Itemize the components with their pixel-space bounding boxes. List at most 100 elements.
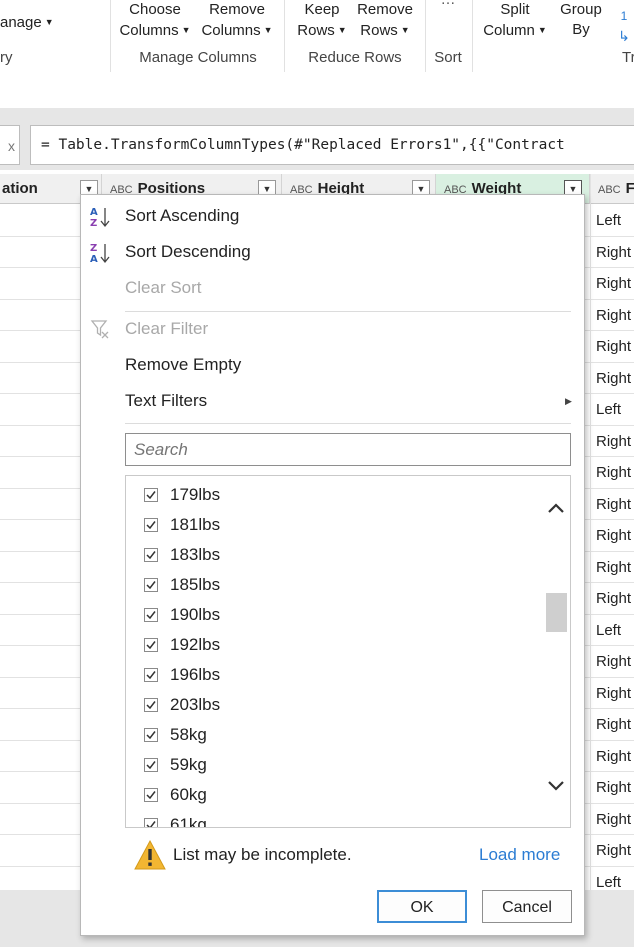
checkbox-icon[interactable] [144, 668, 158, 682]
checkmark-icon [146, 791, 156, 800]
checkmark-icon [146, 731, 156, 740]
table-cell[interactable]: Right [596, 237, 634, 268]
list-item[interactable]: 183lbs [144, 540, 220, 570]
svg-text:Z: Z [90, 218, 97, 229]
sort-ascending-item[interactable]: Sort Ascending [125, 204, 239, 228]
checkmark-icon [146, 821, 156, 827]
table-cell[interactable]: Right [596, 678, 634, 709]
table-cell[interactable]: Right [596, 300, 634, 331]
scroll-up-icon[interactable] [546, 498, 566, 518]
checkmark-icon [146, 701, 156, 710]
search-field[interactable] [125, 433, 571, 466]
choose-columns-button[interactable]: Choose Columns ▼ [118, 0, 192, 41]
ribbon-separator [110, 0, 111, 72]
table-cell[interactable]: Left [596, 394, 634, 425]
fx-icon[interactable]: x [0, 125, 20, 165]
remove-rows-button[interactable]: Remove Rows ▼ [354, 0, 416, 41]
load-more-link[interactable]: Load more [479, 843, 560, 867]
checkmark-icon [146, 521, 156, 530]
list-item[interactable]: 61kg [144, 810, 207, 827]
formula-bar-area: x = Table.TransformColumnTypes(#"Replace… [0, 122, 634, 170]
table-cell[interactable]: Right [596, 489, 634, 520]
sort-more-icon[interactable]: … [436, 0, 460, 10]
checkbox-icon[interactable] [144, 788, 158, 802]
clear-filter-item[interactable]: Clear Filter [125, 317, 208, 341]
checkbox-icon[interactable] [144, 548, 158, 562]
table-cell[interactable]: Left [596, 205, 634, 236]
text-filters-item[interactable]: Text Filters [125, 389, 207, 413]
sort-descending-item[interactable]: Sort Descending [125, 240, 251, 264]
table-cell[interactable]: Right [596, 520, 634, 551]
checkbox-icon[interactable] [144, 638, 158, 652]
ribbon-separator [472, 0, 473, 72]
split-column-button[interactable]: Split Column ▼ [478, 0, 552, 41]
remove-columns-button[interactable]: Remove Columns ▼ [197, 0, 277, 41]
list-item[interactable]: 203lbs [144, 690, 220, 720]
list-item-label: 58kg [170, 725, 207, 744]
list-item-label: 59kg [170, 755, 207, 774]
table-cell[interactable]: Right [596, 552, 634, 583]
remove-empty-item[interactable]: Remove Empty [125, 353, 241, 377]
data-type-icon[interactable]: 1 ↳ [612, 6, 634, 47]
checkbox-icon[interactable] [144, 758, 158, 772]
clear-sort-item[interactable]: Clear Sort [125, 276, 202, 300]
table-cell[interactable]: Right [596, 457, 634, 488]
table-cell[interactable]: Left [596, 615, 634, 646]
table-cell[interactable]: Right [596, 331, 634, 362]
checkbox-icon[interactable] [144, 488, 158, 502]
remove-rows-label-2: Rows [360, 22, 398, 39]
ribbon: anage ▼ ry Choose Columns ▼ Remove Columns… [0, 0, 634, 75]
table-cell[interactable]: Right [596, 268, 634, 299]
search-input[interactable] [134, 434, 554, 465]
checkbox-icon[interactable] [144, 578, 158, 592]
list-item[interactable]: 179lbs [144, 480, 220, 510]
checkmark-icon [146, 551, 156, 560]
submenu-arrow-icon: ▶ [565, 396, 572, 406]
list-item[interactable]: 58kg [144, 720, 207, 750]
list-item[interactable]: 192lbs [144, 630, 220, 660]
table-cell[interactable]: Right [596, 363, 634, 394]
checkbox-icon[interactable] [144, 698, 158, 712]
text-type-icon: ABC [598, 184, 621, 196]
checkbox-icon[interactable] [144, 518, 158, 532]
list-item-label: 181lbs [170, 515, 221, 534]
table-cell[interactable]: Right [596, 741, 634, 772]
list-item[interactable]: 196lbs [144, 660, 220, 690]
checkmark-icon [146, 671, 156, 680]
table-cell[interactable]: Right [596, 835, 634, 866]
remove-rows-label-1: Remove [357, 1, 413, 18]
table-cell[interactable]: Right [596, 426, 634, 457]
keep-rows-button[interactable]: Keep Rows ▼ [294, 0, 350, 41]
scroll-down-icon[interactable] [546, 776, 566, 796]
list-incomplete-warning: List may be incomplete. [173, 845, 352, 864]
scrollbar-thumb[interactable] [546, 593, 567, 632]
list-item-label: 183lbs [170, 545, 221, 564]
checkbox-icon[interactable] [144, 818, 158, 827]
manage-button[interactable]: anage ▼ [0, 12, 54, 33]
group-by-button[interactable]: Group By [556, 0, 606, 40]
menu-separator [125, 311, 571, 312]
list-item[interactable]: 185lbs [144, 570, 220, 600]
table-cell[interactable]: Right [596, 772, 634, 803]
ok-button[interactable]: OK [377, 890, 467, 923]
value-list-scrollbar[interactable] [540, 476, 570, 827]
list-item-label: 185lbs [170, 575, 221, 594]
checkbox-icon[interactable] [144, 728, 158, 742]
checkbox-icon[interactable] [144, 608, 158, 622]
split-column-label-1: Split [500, 1, 530, 18]
reduce-rows-group-label: Reduce Rows [308, 49, 402, 66]
sort-group-label: Sort [434, 49, 462, 66]
list-item[interactable]: 190lbs [144, 600, 220, 630]
list-item[interactable]: 59kg [144, 750, 207, 780]
list-item[interactable]: 60kg [144, 780, 207, 810]
ribbon-separator [284, 0, 285, 72]
table-cell[interactable]: Right [596, 646, 634, 677]
list-item[interactable]: 181lbs [144, 510, 220, 540]
group-by-label-1: Group [560, 1, 602, 18]
cancel-button[interactable]: Cancel [482, 890, 572, 923]
table-cell[interactable]: Right [596, 709, 634, 740]
table-cell[interactable]: Right [596, 583, 634, 614]
table-cell[interactable]: Right [596, 804, 634, 835]
column-header-5[interactable]: ABC F [590, 174, 634, 204]
formula-bar[interactable]: = Table.TransformColumnTypes(#"Replaced … [30, 125, 634, 165]
